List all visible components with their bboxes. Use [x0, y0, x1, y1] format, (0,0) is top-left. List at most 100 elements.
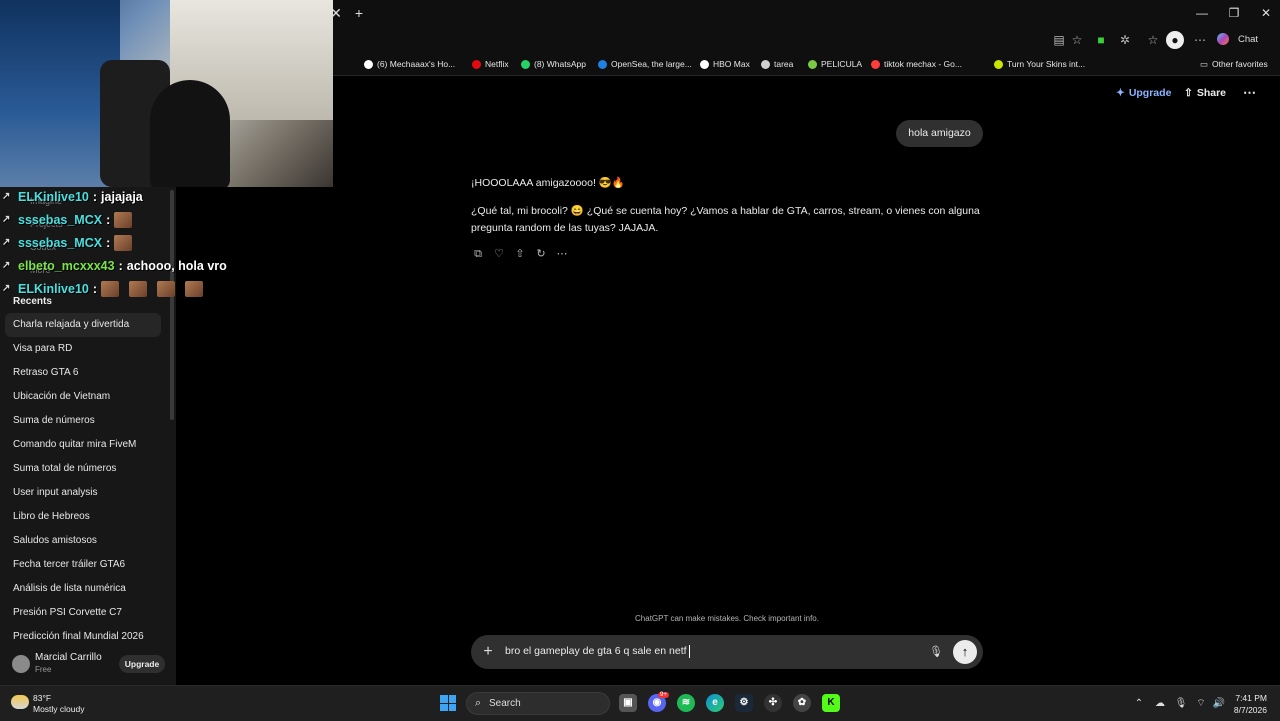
- reading-view-icon[interactable]: ▤: [1050, 31, 1068, 49]
- start-icon[interactable]: [440, 695, 456, 711]
- app-icon[interactable]: ✣: [764, 694, 782, 712]
- kick-badge-icon: ↗: [2, 260, 11, 271]
- chat-separator: :: [92, 282, 98, 296]
- thumbs-icon[interactable]: ♡: [492, 247, 506, 261]
- recent-chat-item[interactable]: Suma de números: [5, 409, 161, 433]
- settings-more-icon[interactable]: ⋯: [1191, 31, 1209, 49]
- edge-icon[interactable]: e: [706, 694, 724, 712]
- share-response-icon[interactable]: ⇧: [513, 247, 527, 261]
- recent-chat-item[interactable]: Predicción final Mundial 2026: [5, 625, 161, 649]
- bookmark-item[interactable]: OpenSea, the large...: [598, 53, 692, 75]
- extensions-puzzle-icon[interactable]: ✲: [1116, 31, 1134, 49]
- emote-icon: [114, 212, 133, 228]
- bookmark-item[interactable]: (8) WhatsApp: [521, 53, 586, 75]
- volume-icon[interactable]: 🔊: [1212, 697, 1226, 711]
- sidebar-upgrade-button[interactable]: Upgrade: [119, 655, 165, 673]
- sidebar-scrollbar[interactable]: [170, 190, 174, 420]
- maximize-icon[interactable]: ❐: [1218, 0, 1250, 27]
- share-icon: ⇧: [1184, 87, 1193, 99]
- onedrive-icon[interactable]: ☁: [1153, 697, 1167, 711]
- copy-icon[interactable]: ⧉: [471, 247, 485, 261]
- user-plan: Free: [35, 665, 52, 674]
- clock-time[interactable]: 7:41 PM: [1231, 693, 1267, 703]
- skins-icon: [994, 59, 1003, 69]
- more-options-icon[interactable]: ⋯: [1243, 85, 1256, 101]
- copilot-icon[interactable]: [1217, 33, 1229, 45]
- weather-desc[interactable]: Mostly cloudy: [33, 704, 85, 714]
- recent-chat-item[interactable]: Presión PSI Corvette C7: [5, 601, 161, 625]
- close-window-icon[interactable]: ✕: [1250, 0, 1280, 27]
- kick-badge-icon: ↗: [2, 283, 11, 294]
- bookmark-item[interactable]: (6) Mechaaax's Ho...: [364, 53, 455, 75]
- bookmark-item[interactable]: Netflix: [472, 53, 509, 75]
- disclaimer: ChatGPT can make mistakes. Check importa…: [635, 614, 819, 623]
- profile-avatar-icon[interactable]: ●: [1166, 31, 1184, 49]
- message-input[interactable]: bro el gameplay de gta 6 q sale en netf: [505, 645, 687, 657]
- text-caret: [689, 645, 690, 658]
- steam-icon[interactable]: ⚙: [735, 694, 753, 712]
- recent-chat-item[interactable]: Suma total de números: [5, 457, 161, 481]
- bookmark-item[interactable]: tiktok mechax - Go...: [871, 53, 962, 75]
- favorite-star-icon[interactable]: ☆: [1068, 31, 1086, 49]
- extension-icon[interactable]: ■: [1092, 31, 1110, 49]
- tray-chevron-icon[interactable]: ⌃: [1132, 697, 1146, 711]
- share-button[interactable]: ⇧ Share: [1184, 85, 1226, 101]
- chatgpt-icon[interactable]: ✿: [793, 694, 811, 712]
- copilot-chat-label[interactable]: Chat: [1238, 34, 1258, 45]
- stream-chat-message: ↗ sssebas_MCX :: [2, 209, 133, 231]
- taskbar-search[interactable]: [466, 692, 610, 715]
- mic-tray-icon[interactable]: 🎙: [1174, 697, 1188, 711]
- more-actions-icon[interactable]: ⋯: [555, 247, 569, 261]
- bookmark-label: PELICULA: [821, 59, 863, 69]
- weather-temp[interactable]: 83°F: [33, 693, 51, 703]
- chat-username: elbeto_mcxxx43: [18, 259, 115, 273]
- recent-chat-item[interactable]: Retraso GTA 6: [5, 361, 161, 385]
- microphone-icon[interactable]: 🎙: [928, 644, 944, 660]
- stream-chat-message: ↗ sssebas_MCX :: [2, 232, 133, 254]
- regenerate-icon[interactable]: ↻: [534, 247, 548, 261]
- header-upgrade-button[interactable]: ✦ Upgrade: [1116, 85, 1171, 101]
- bookmark-label: HBO Max: [713, 59, 750, 69]
- add-attachment-icon[interactable]: +: [481, 643, 495, 661]
- recent-chat-item[interactable]: Comando quitar mira FiveM: [5, 433, 161, 457]
- bookmark-item[interactable]: PELICULA: [808, 53, 862, 75]
- bookmark-label: Netflix: [485, 59, 509, 69]
- webcam-overlay: [0, 0, 333, 187]
- user-name[interactable]: Marcial Carrillo: [35, 652, 102, 663]
- avatar[interactable]: [12, 655, 30, 673]
- bookmark-item[interactable]: HBO Max: [700, 53, 750, 75]
- minimize-icon[interactable]: —: [1186, 0, 1218, 27]
- clock-date[interactable]: 8/7/2026: [1227, 705, 1267, 715]
- recent-chat-item[interactable]: Fecha tercer tráiler GTA6: [5, 553, 161, 577]
- recent-chat-item[interactable]: Visa para RD: [5, 337, 161, 361]
- x-icon: [364, 59, 373, 69]
- movie-icon: [808, 59, 817, 69]
- bookmark-label: Turn Your Skins int...: [1007, 59, 1086, 69]
- recent-chat-item[interactable]: Saludos amistosos: [5, 529, 161, 553]
- chat-text: achooo, hola vro: [126, 259, 227, 273]
- kick-badge-icon: ↗: [2, 214, 11, 225]
- globe-icon: [761, 59, 770, 69]
- kick-icon[interactable]: K: [822, 694, 840, 712]
- chat-username: sssebas_MCX: [18, 213, 103, 227]
- favorites-icon[interactable]: ☆: [1144, 31, 1162, 49]
- new-tab-button[interactable]: +: [350, 0, 368, 27]
- spotify-icon[interactable]: ≋: [677, 694, 695, 712]
- bookmark-item[interactable]: tarea: [761, 53, 793, 75]
- task-view-icon[interactable]: ▣: [619, 694, 637, 712]
- recent-chat-item[interactable]: Ubicación de Vietnam: [5, 385, 161, 409]
- emote-icon: [101, 281, 120, 297]
- chat-separator: :: [106, 213, 111, 227]
- other-favorites[interactable]: ▭ Other favorites: [1200, 53, 1268, 75]
- bookmark-label: OpenSea, the large...: [611, 59, 692, 69]
- emote-icon: [185, 281, 204, 297]
- recent-chat-item[interactable]: Charla relajada y divertida: [5, 313, 161, 337]
- recent-chat-item[interactable]: Libro de Hebreos: [5, 505, 161, 529]
- recent-chat-item[interactable]: Análisis de lista numérica: [5, 577, 161, 601]
- wifi-icon[interactable]: ⌔: [1194, 697, 1208, 711]
- bookmark-item[interactable]: Turn Your Skins int...: [994, 53, 1085, 75]
- recent-chat-item[interactable]: User input analysis: [5, 481, 161, 505]
- kick-badge-icon: ↗: [2, 191, 11, 202]
- send-button[interactable]: ↑: [953, 640, 977, 664]
- weather-icon[interactable]: [11, 695, 29, 709]
